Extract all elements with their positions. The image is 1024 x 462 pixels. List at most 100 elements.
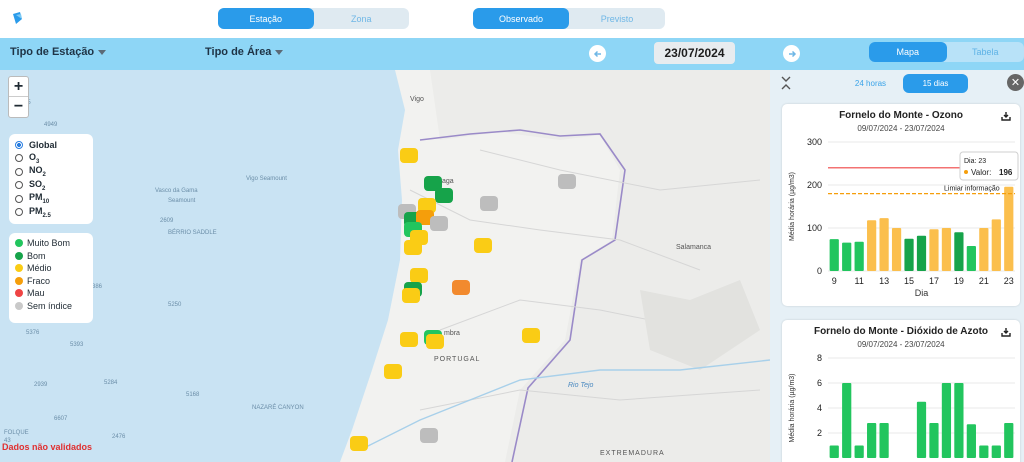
station-marker[interactable]	[430, 216, 448, 231]
date-display[interactable]: 23/07/2024	[654, 42, 735, 64]
station-marker[interactable]	[435, 188, 453, 203]
close-panel-button[interactable]: ✕	[1007, 74, 1024, 91]
radio-button[interactable]	[15, 167, 23, 176]
ozone-bar-chart[interactable]: 0 100 200 300 Média horária (µg/m3) 9 11 13 15 17…	[782, 104, 1020, 306]
chart-bar	[979, 228, 989, 271]
next-date-button[interactable]	[783, 45, 800, 62]
legend-label: Mau	[27, 288, 45, 299]
pollutant-option[interactable]: PM2.5	[15, 206, 87, 220]
chart-bar	[829, 445, 839, 458]
station-marker[interactable]	[522, 328, 540, 343]
pollutant-option[interactable]: SO2	[15, 179, 87, 193]
chart-bar	[954, 383, 964, 458]
tab-tabela[interactable]: Tabela	[947, 42, 1024, 62]
radio-button[interactable]	[15, 194, 23, 203]
y-tick-label: 100	[807, 223, 822, 233]
chart-bar	[916, 401, 927, 458]
info-threshold-label: Limiar informação	[944, 186, 1000, 193]
station-marker[interactable]	[400, 148, 418, 163]
station-type-label: Tipo de Estação	[10, 46, 95, 58]
x-tick-label: 11	[854, 276, 863, 286]
place-label: Salamanca	[676, 244, 712, 251]
area-type-dropdown[interactable]: Tipo de Área	[205, 46, 284, 58]
y-tick-label: 0	[817, 266, 822, 276]
tab-observado[interactable]: Observado	[473, 8, 569, 29]
tab-zona[interactable]: Zona	[314, 8, 410, 29]
radio-button[interactable]	[15, 181, 23, 190]
chart-bar	[991, 445, 1001, 458]
x-tick-label: 15	[904, 276, 914, 286]
chart-bar	[854, 445, 864, 458]
chevron-down-icon	[275, 49, 284, 55]
top-bar: Estação Zona Observado Previsto	[0, 0, 1024, 38]
x-tick-label: 19	[954, 276, 964, 286]
tab-24-horas[interactable]: 24 horas	[838, 74, 903, 93]
sea-feature-label: FOLQUE	[4, 430, 29, 436]
depth-label: 5284	[104, 380, 118, 386]
chart-bar	[1004, 186, 1014, 271]
region-label: EXTREMADURA	[600, 450, 665, 457]
river-label: Rio Tejo	[568, 382, 594, 389]
y-tick-label: 6	[817, 378, 822, 388]
chart-panel: ✕ Fornelo do Monte - Ozono 09/07/2024 - …	[770, 70, 1024, 462]
station-marker[interactable]	[452, 280, 470, 295]
chart-bar	[991, 219, 1001, 271]
station-marker[interactable]	[410, 268, 428, 283]
collapse-chevron-icon[interactable]	[780, 76, 792, 90]
tab-mapa[interactable]: Mapa	[869, 42, 947, 62]
zoom-in-button[interactable]: +	[9, 77, 28, 97]
radio-button[interactable]	[15, 140, 23, 149]
pollutant-option[interactable]: Global	[15, 138, 87, 152]
previous-date-button[interactable]	[589, 45, 606, 62]
station-marker[interactable]	[404, 240, 422, 255]
tab-previsto[interactable]: Previsto	[569, 8, 665, 29]
pollutant-label: PM2.5	[29, 205, 51, 219]
depth-label: 5376	[26, 330, 40, 336]
y-tick-label: 8	[817, 353, 822, 363]
station-marker[interactable]	[426, 334, 444, 349]
depth-label: 2939	[34, 382, 48, 388]
map-area[interactable]: 4949 25 Vasco da Gama Seamount Vigo Seam…	[0, 70, 770, 462]
zoom-out-button[interactable]: −	[9, 97, 28, 117]
arrow-left-icon	[593, 50, 601, 57]
station-type-dropdown[interactable]: Tipo de Estação	[10, 46, 107, 58]
map-table-toggle: Mapa Tabela	[869, 42, 1024, 62]
tooltip-value-label: Valor:	[971, 168, 991, 177]
arrow-right-icon	[788, 50, 796, 57]
chart-bar	[954, 232, 964, 271]
chart-bar	[966, 246, 976, 271]
station-marker[interactable]	[384, 364, 402, 379]
radio-button[interactable]	[15, 208, 23, 217]
radio-button[interactable]	[15, 154, 23, 163]
tab-estacao[interactable]: Estação	[218, 8, 314, 29]
chart-bar	[854, 241, 864, 271]
depth-label: 5393	[70, 342, 84, 348]
chart-bar	[842, 242, 852, 271]
station-marker[interactable]	[350, 436, 368, 451]
station-marker[interactable]	[558, 174, 576, 189]
legend-swatch	[15, 239, 23, 248]
zoom-control: + −	[8, 76, 29, 118]
pollutant-option[interactable]: NO2	[15, 165, 87, 179]
place-label: mbra	[444, 330, 460, 337]
pollutant-option[interactable]: PM10	[15, 192, 87, 206]
chart-bar	[929, 423, 939, 458]
x-tick-label: 23	[1004, 276, 1014, 286]
station-marker[interactable]	[480, 196, 498, 211]
legend-label: Muito Bom	[27, 238, 71, 249]
station-marker[interactable]	[402, 288, 420, 303]
station-marker[interactable]	[400, 332, 418, 347]
legend-swatch	[15, 301, 23, 310]
no2-bar-chart[interactable]: 2 4 6 8 Média horária (µg/m3)	[782, 320, 1020, 462]
station-zone-toggle: Estação Zona	[218, 8, 409, 29]
station-marker[interactable]	[420, 428, 438, 443]
country-label: PORTUGAL	[434, 356, 481, 363]
pollutant-option[interactable]: O3	[15, 152, 87, 166]
tab-15-dias[interactable]: 15 dias	[903, 74, 968, 93]
station-marker[interactable]	[474, 238, 492, 253]
pollutant-label: NO2	[29, 165, 46, 179]
tooltip-day: Dia: 23	[964, 158, 986, 165]
chart-bar	[829, 239, 839, 271]
pollutant-label: Global	[29, 139, 58, 150]
pollutant-label: PM10	[29, 192, 50, 206]
